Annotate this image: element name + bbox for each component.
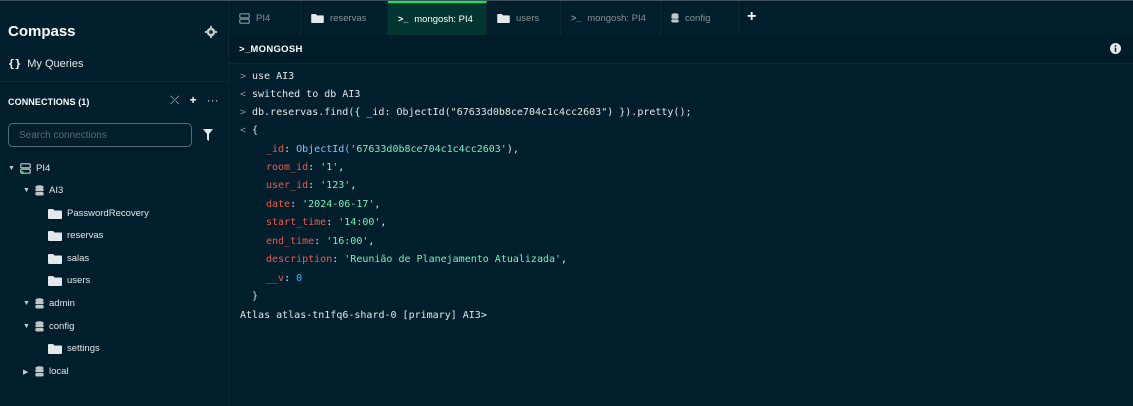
caret-down-icon[interactable]: ▼ <box>23 187 30 194</box>
doc-field-start-time: start_time: '14:00', <box>266 217 387 228</box>
doc-field-user-id: user_id: '123', <box>266 180 357 191</box>
server-icon <box>20 163 31 174</box>
tab-label: mongosh: PI4 <box>587 12 646 24</box>
doc-field-version: __v: 0 <box>266 273 303 284</box>
tab-label: config <box>685 12 711 24</box>
input-line: > db.reservas.find({ _id: ObjectId("67633… <box>240 107 692 118</box>
tree-item-label: local <box>49 366 69 377</box>
caret-right-icon[interactable]: ▶ <box>23 368 30 376</box>
add-connection-button[interactable]: + <box>190 93 197 108</box>
tree-item-ai3[interactable]: ▼ AI3 <box>23 185 63 196</box>
tree-item-label: reservas <box>67 230 104 241</box>
folder-icon <box>497 13 510 23</box>
tab-label: users <box>516 12 540 24</box>
tree-item-label: PasswordRecovery <box>67 208 149 219</box>
tree-item-label: users <box>67 275 91 286</box>
database-icon <box>35 298 44 309</box>
shell-header: >_MONGOSH <box>229 35 1133 64</box>
database-icon <box>35 321 44 332</box>
folder-icon <box>48 253 62 264</box>
my-queries-link[interactable]: {} My Queries <box>8 57 84 70</box>
tab-config[interactable]: config <box>661 1 739 35</box>
terminal-icon: >_ <box>571 13 582 23</box>
doc-field-end-time: end_time: '16:00', <box>266 236 375 247</box>
database-icon <box>35 366 44 377</box>
tree-item-label: salas <box>67 253 90 264</box>
tab-mongosh[interactable]: >_ mongosh: PI4 <box>561 1 661 35</box>
database-icon <box>35 185 44 196</box>
folder-icon <box>311 13 324 23</box>
folder-icon <box>48 208 62 219</box>
app-window: Compass {} My Queries CONNECTIONS (1) ⤫ … <box>0 0 1133 406</box>
tree-item-pi4[interactable]: ▼ PI4 <box>8 163 50 174</box>
connections-actions: ⤫ + ··· <box>170 93 219 108</box>
tree-item-label: AI3 <box>49 185 64 196</box>
collapse-icon[interactable]: ⤫ <box>170 93 180 108</box>
doc-field-room-id: room_id: '1', <box>266 162 345 173</box>
add-tab-button[interactable]: + <box>747 8 756 26</box>
tree-item-passwordrecovery[interactable]: PasswordRecovery <box>48 208 149 219</box>
tree-item-label: config <box>49 321 75 332</box>
tree-item-salas[interactable]: salas <box>48 253 89 264</box>
connections-header: CONNECTIONS (1) <box>8 97 90 107</box>
braces-icon: {} <box>8 57 22 70</box>
folder-icon <box>48 343 62 354</box>
terminal-icon: >_ <box>398 14 409 24</box>
tab-bar: PI4 reservas >_ mongosh: PI4 users >_ mo… <box>229 1 1133 36</box>
my-queries-label: My Queries <box>27 57 84 70</box>
tab-label: PI4 <box>256 12 271 24</box>
folder-icon <box>48 275 62 286</box>
output-line: < switched to db AI3 <box>240 89 361 100</box>
shell-prompt[interactable]: Atlas atlas-tn1fq6-shard-0 [primary] AI3… <box>240 310 487 321</box>
database-icon <box>671 13 679 23</box>
caret-down-icon[interactable]: ▼ <box>23 300 30 307</box>
tree-item-settings[interactable]: settings <box>48 343 100 354</box>
caret-down-icon[interactable]: ▼ <box>8 165 15 172</box>
doc-field-date: date: '2024-06-17', <box>266 199 381 210</box>
output-line: <{ <box>240 125 259 136</box>
close-brace: } <box>252 291 259 302</box>
search-connections-input[interactable] <box>8 123 192 147</box>
folder-icon <box>48 230 62 241</box>
tab-label: reservas <box>330 12 367 24</box>
sidebar: Compass {} My Queries CONNECTIONS (1) ⤫ … <box>0 1 229 406</box>
tab-pi4[interactable]: PI4 <box>229 1 301 35</box>
input-chevron-icon: > <box>240 71 247 82</box>
shell-title: >_MONGOSH <box>239 44 303 55</box>
tab-users[interactable]: users <box>487 1 561 35</box>
gear-icon[interactable] <box>204 25 218 39</box>
doc-field-id: _id: ObjectId('67633d0b8ce704c1c4cc2603'… <box>266 144 519 155</box>
tree-item-reservas[interactable]: reservas <box>48 230 103 241</box>
doc-field-description: description: 'Reunião de Planejamento At… <box>266 254 568 265</box>
app-title: Compass <box>8 23 76 40</box>
tab-label: mongosh: PI4 <box>414 13 473 25</box>
tree-item-label: admin <box>49 298 75 309</box>
tab-reservas[interactable]: reservas <box>301 1 388 35</box>
output-chevron-icon: < <box>240 125 247 136</box>
shell-console[interactable]: > use AI3 < switched to db AI3 > db.reserva… <box>229 65 1133 406</box>
tree-item-config[interactable]: ▼ config <box>23 321 74 332</box>
filter-icon[interactable] <box>203 129 213 141</box>
more-icon[interactable]: ··· <box>207 93 219 108</box>
output-chevron-icon: < <box>240 89 247 100</box>
info-icon[interactable] <box>1110 43 1121 54</box>
tree-item-label: PI4 <box>36 163 51 174</box>
input-line: > use AI3 <box>240 71 295 82</box>
input-chevron-icon: > <box>240 107 247 118</box>
server-icon <box>239 12 250 24</box>
tree-item-admin[interactable]: ▼ admin <box>23 298 75 309</box>
tab-mongosh-active[interactable]: >_ mongosh: PI4 <box>388 1 487 35</box>
tree-item-label: settings <box>67 343 100 354</box>
tree-item-users[interactable]: users <box>48 275 90 286</box>
tree-item-local[interactable]: ▶ local <box>23 366 69 377</box>
divider <box>0 81 229 82</box>
caret-down-icon[interactable]: ▼ <box>23 323 30 330</box>
